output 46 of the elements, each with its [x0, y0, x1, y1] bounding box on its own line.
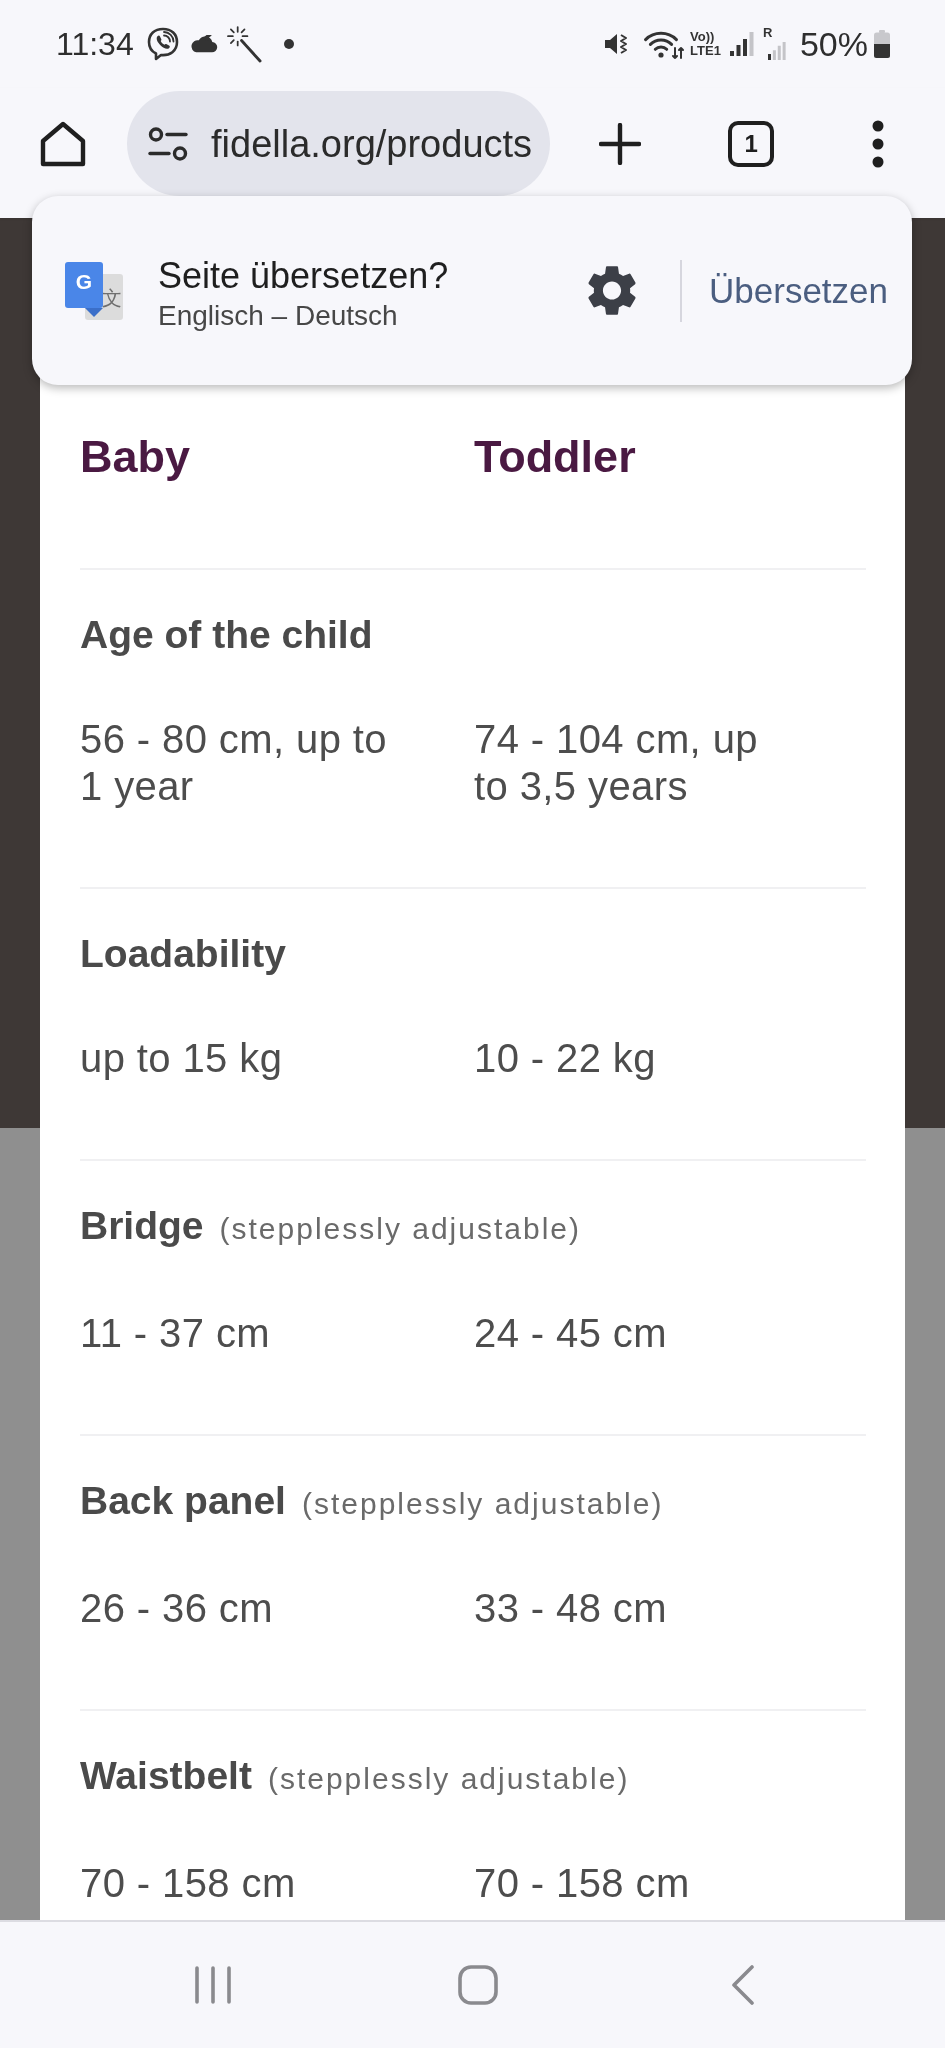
popup-title: Seite übersetzen? — [158, 253, 449, 298]
column-heading: Baby — [80, 430, 191, 484]
table-cell: 11 - 37 cm — [80, 1310, 270, 1357]
cloud-icon — [189, 35, 218, 53]
back-icon[interactable] — [730, 1965, 755, 2005]
battery-icon — [874, 30, 890, 58]
address-bar[interactable]: fidella.org/products — [127, 91, 551, 196]
dot-icon — [283, 39, 294, 49]
network-label: LTE1 — [690, 44, 721, 58]
recent-apps-icon[interactable] — [193, 1966, 232, 2004]
row-label: Age of the child — [80, 612, 373, 658]
row-note: (stepplessly adjustable) — [267, 1761, 630, 1797]
table-cell: 24 - 45 cm — [474, 1310, 667, 1357]
table-cell: 70 - 158 cm — [474, 1860, 690, 1907]
home-icon[interactable] — [40, 121, 86, 167]
table-cell: up to 15 kg — [80, 1035, 283, 1082]
settings-icon[interactable] — [588, 265, 636, 316]
table-cell-text: 74 - 104 cm, up to 3,5 years — [474, 716, 759, 810]
tab-count-button[interactable]: 1 — [728, 121, 775, 167]
url-text: fidella.org/products — [211, 121, 533, 166]
row-note: (stepplessly adjustable) — [301, 1486, 664, 1522]
wifi-icon — [644, 29, 686, 59]
table-cell-text: 56 - 80 cm, up to 1 year — [80, 716, 388, 810]
signal-icon — [765, 42, 788, 60]
table-cell: 26 - 36 cm — [80, 1585, 273, 1632]
network-label: Vo)) — [690, 30, 716, 44]
table-cell: 10 - 22 kg — [474, 1035, 656, 1082]
row-label: Waistbelt — [80, 1753, 252, 1799]
row-label: Loadability — [80, 931, 286, 977]
row-note: (stepplessly adjustable) — [219, 1211, 581, 1247]
phone-bubble-icon — [146, 27, 179, 61]
language-pair: Englisch – Deutsch — [158, 298, 398, 333]
row-label: Back panel — [80, 1478, 286, 1524]
clock-time: 11:34 — [56, 26, 134, 62]
table-cell: 33 - 48 cm — [474, 1585, 667, 1632]
magic-wand-icon — [226, 25, 262, 63]
translate-button[interactable]: Übersetzen — [709, 268, 888, 313]
table-cell: 70 - 158 cm — [80, 1860, 296, 1907]
sliders-icon — [148, 126, 188, 161]
row-label: Bridge — [80, 1203, 204, 1249]
roaming-label: R — [762, 26, 773, 40]
signal-icon — [729, 32, 754, 56]
column-heading: Toddler — [474, 430, 636, 484]
battery-percent: 50% — [799, 25, 868, 63]
menu-icon[interactable] — [872, 120, 885, 168]
plus-icon[interactable] — [599, 123, 642, 165]
